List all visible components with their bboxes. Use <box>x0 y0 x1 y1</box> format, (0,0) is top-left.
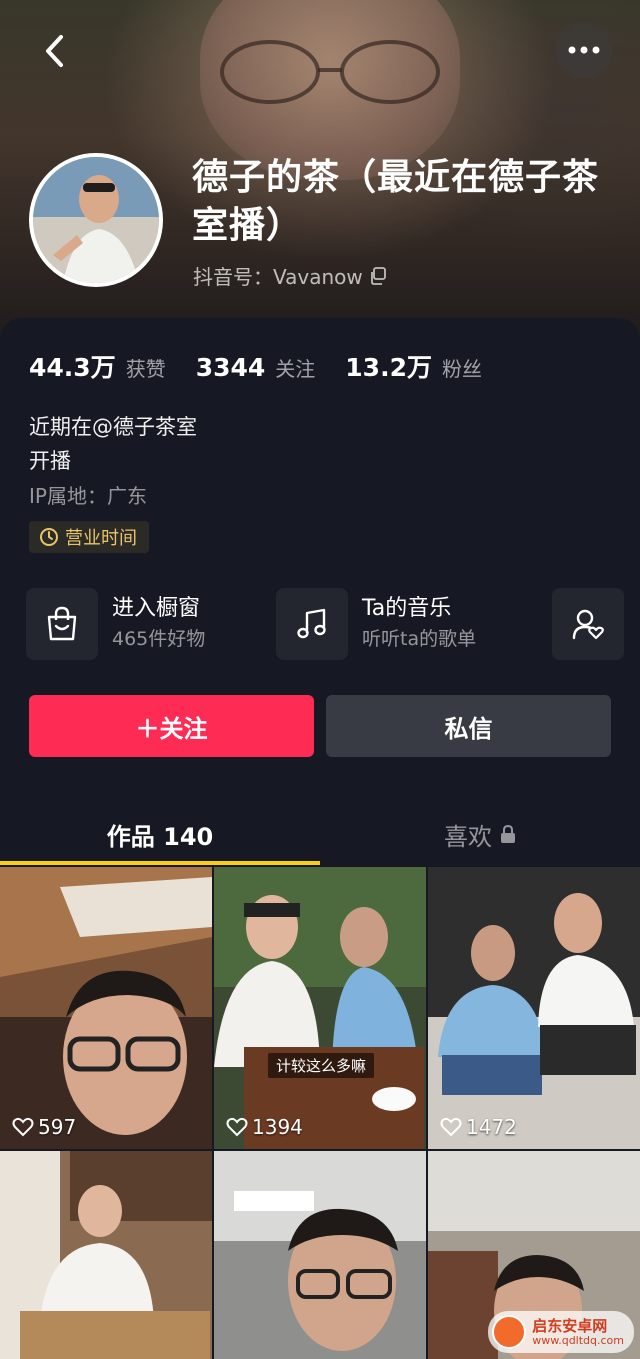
stat-value: 13.2万 <box>345 353 432 382</box>
entry-showcase[interactable]: 进入橱窗 465件好物 <box>26 588 205 660</box>
watermark-url: www.qdltdq.com <box>532 1333 624 1347</box>
back-button[interactable] <box>28 24 82 78</box>
more-dots-icon <box>568 46 600 54</box>
douyin-id-text: 抖音号：Vavanow <box>193 265 363 289</box>
tab-works[interactable]: 作品 140 <box>0 803 320 865</box>
video-thumbnail[interactable] <box>0 1151 212 1359</box>
bio-line: 开播 <box>29 449 71 473</box>
profile-header: 德子的茶（最近在德子茶室播） 抖音号：Vavanow <box>0 0 640 340</box>
video-likes: 1472 <box>440 1115 517 1139</box>
heart-icon <box>226 1117 248 1137</box>
tab-likes-label: 喜欢 <box>444 822 492 851</box>
video-grid: 597 计较这么多嘛 1394 1472 启东安卓网 www.qdltdq.co… <box>0 867 640 1359</box>
avatar[interactable] <box>29 153 163 287</box>
copy-icon[interactable] <box>369 266 387 285</box>
lock-icon <box>501 824 515 843</box>
entry-icon-box <box>552 588 624 660</box>
video-thumbnail[interactable]: 计较这么多嘛 1394 <box>214 867 426 1149</box>
content-tabs: 作品 140 喜欢 <box>0 803 640 865</box>
video-likes-count: 1394 <box>252 1115 303 1139</box>
user-heart-icon <box>572 609 604 640</box>
watermark-logo-icon <box>492 1315 527 1349</box>
music-note-icon <box>297 608 326 639</box>
video-cover <box>0 1151 212 1359</box>
bio-text: 近期在@德子茶室 开播 <box>29 410 197 478</box>
heart-icon <box>12 1117 34 1137</box>
video-cover <box>214 867 426 1149</box>
message-button[interactable]: 私信 <box>326 695 611 757</box>
more-button[interactable] <box>556 22 612 78</box>
video-cover <box>0 867 212 1149</box>
tab-indicator <box>0 861 320 865</box>
chevron-left-icon <box>46 35 63 67</box>
avatar-photo <box>33 157 159 283</box>
stat-label: 获赞 <box>125 357 166 381</box>
stats-row: 44.3万 获赞 3344 关注 13.2万 粉丝 <box>29 348 512 384</box>
stat-likes[interactable]: 44.3万 获赞 <box>29 348 166 384</box>
video-likes: 597 <box>12 1115 76 1139</box>
entry-fans-group[interactable] <box>552 588 624 660</box>
follow-button[interactable]: ＋关注 <box>29 695 314 757</box>
video-thumbnail[interactable] <box>214 1151 426 1359</box>
entry-music[interactable]: Ta的音乐 听听ta的歌单 <box>276 588 476 660</box>
video-cover <box>214 1151 426 1359</box>
stat-followers[interactable]: 13.2万 粉丝 <box>345 348 482 384</box>
watermark-title: 启东安卓网 <box>532 1316 608 1335</box>
entry-subtitle: 465件好物 <box>112 628 206 650</box>
video-likes-count: 1472 <box>466 1115 517 1139</box>
business-hours-tag[interactable]: 营业时间 <box>29 521 149 553</box>
stat-value: 3344 <box>195 353 266 382</box>
entry-icon-box <box>26 588 98 660</box>
entry-icon-box <box>276 588 348 660</box>
stat-label: 粉丝 <box>441 357 482 381</box>
video-caption: 计较这么多嘛 <box>268 1053 375 1078</box>
stat-label: 关注 <box>275 357 316 381</box>
ip-location: IP属地：广东 <box>29 484 147 508</box>
stat-value: 44.3万 <box>29 353 116 382</box>
bio-line: 近期在@德子茶室 <box>29 415 197 439</box>
heart-icon <box>440 1117 462 1137</box>
tab-likes[interactable]: 喜欢 <box>320 803 640 865</box>
site-watermark: 启东安卓网 www.qdltdq.com <box>488 1311 634 1353</box>
entry-title: 进入橱窗 <box>112 596 201 621</box>
stat-following[interactable]: 3344 关注 <box>196 353 316 382</box>
entry-subtitle: 听听ta的歌单 <box>362 628 477 650</box>
business-hours-label: 营业时间 <box>65 528 137 549</box>
profile-name: 德子的茶（最近在德子茶室播） <box>192 157 600 246</box>
shopping-bag-icon <box>47 606 77 641</box>
video-cover <box>428 867 640 1149</box>
entry-title: Ta的音乐 <box>362 596 452 621</box>
douyin-id: 抖音号：Vavanow <box>193 261 387 290</box>
video-likes: 1394 <box>226 1115 303 1139</box>
video-likes-count: 597 <box>38 1115 77 1139</box>
video-thumbnail[interactable]: 1472 <box>428 867 640 1149</box>
video-thumbnail[interactable]: 启东安卓网 www.qdltdq.com <box>428 1151 640 1359</box>
clock-icon <box>40 528 58 546</box>
video-thumbnail[interactable]: 597 <box>0 867 212 1149</box>
